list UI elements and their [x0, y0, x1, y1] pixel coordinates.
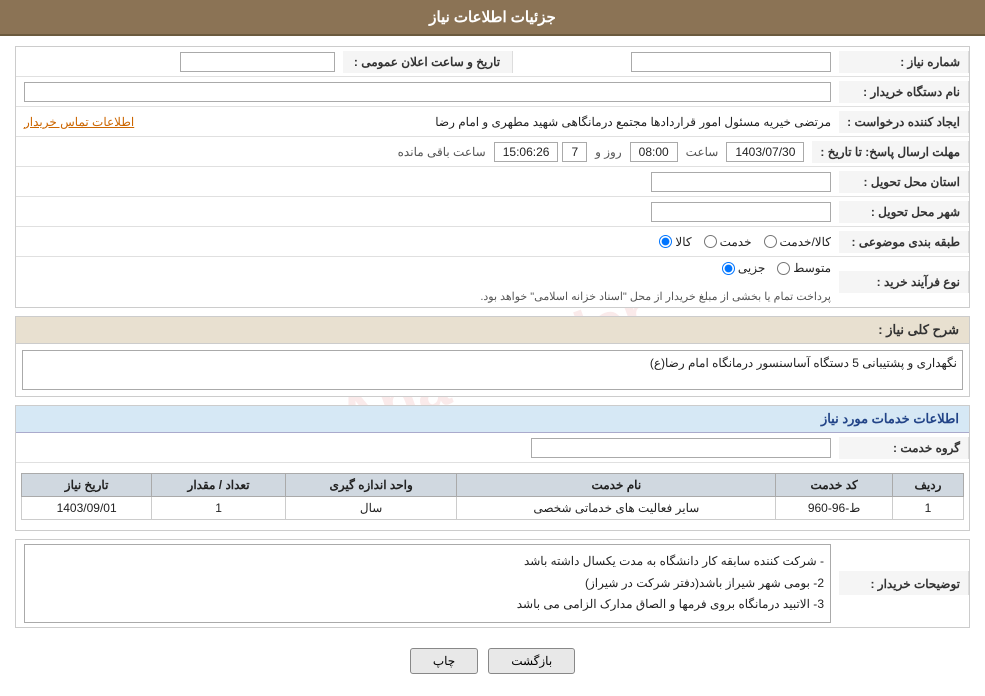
time-label: ساعت	[682, 145, 723, 159]
buyer-notes-label: توضیحات خریدار :	[839, 571, 969, 595]
deadline-days: 7	[562, 142, 587, 162]
buyer-notes-content: - شرکت کننده سابقه کار دانشگاه به مدت یک…	[16, 540, 839, 627]
category-khadamat-label: خدمت	[720, 235, 752, 249]
table-cell: 1403/09/01	[22, 497, 152, 520]
col-date: تاریخ نیاز	[22, 474, 152, 497]
creator-value: مرتضی خیریه مسئول امور قراردادها مجتمع د…	[16, 111, 839, 133]
col-name: نام خدمت	[457, 474, 776, 497]
deadline-time: 08:00	[630, 142, 678, 162]
print-button[interactable]: چاپ	[410, 648, 478, 674]
remaining-label: ساعت باقی مانده	[394, 145, 490, 159]
city-value: شیراز	[16, 198, 839, 226]
city-input[interactable]: شیراز	[651, 202, 831, 222]
services-section-title: اطلاعات خدمات مورد نیاز	[16, 406, 969, 433]
purchase-jozii-radio[interactable]	[722, 262, 735, 275]
note-line: 3- الاتبید درمانگاه بروی فرمها و الصاق م…	[31, 594, 824, 616]
table-cell: 1	[152, 497, 286, 520]
purchase-motavaset-radio[interactable]	[777, 262, 790, 275]
announce-date-value: 1403/07/22 - 16:22	[16, 48, 343, 76]
table-row: 1ط-96-960سایر فعالیت های خدماتی شخصیسال1…	[22, 497, 964, 520]
days-label: روز و	[591, 145, 626, 159]
page-header: جزئیات اطلاعات نیاز	[0, 0, 985, 36]
purchase-type-row: نوع فرآیند خرید : متوسط جزیی پرداخت	[16, 257, 969, 307]
deadline-values: 1403/07/30 ساعت 08:00 روز و 7 15:06:26 س…	[16, 138, 812, 166]
province-row: استان محل تحویل : فارس	[16, 167, 969, 197]
table-cell: سال	[285, 497, 456, 520]
deadline-remaining: 15:06:26	[494, 142, 559, 162]
footer-buttons: بازگشت چاپ	[15, 636, 970, 686]
service-group-input[interactable]: سایر فعالیتهای خدماتی	[531, 438, 831, 458]
category-kala-khadamat-radio[interactable]	[764, 235, 777, 248]
main-info-section: شماره نیاز : 1103030646000045 تاریخ و سا…	[15, 46, 970, 308]
category-kala-radio[interactable]	[659, 235, 672, 248]
page-title: جزئیات اطلاعات نیاز	[429, 9, 556, 26]
services-table: ردیف کد خدمت نام خدمت واحد اندازه گیری ت…	[21, 473, 964, 520]
service-group-row: گروه خدمت : سایر فعالیتهای خدماتی	[16, 433, 969, 463]
category-kala-khadamat-option: کالا/خدمت	[764, 235, 831, 249]
purchase-motavaset-option: متوسط	[777, 261, 831, 275]
purchase-jozii-option: جزیی	[722, 261, 765, 275]
col-code: کد خدمت	[776, 474, 893, 497]
province-value: فارس	[16, 168, 839, 196]
table-cell: ط-96-960	[776, 497, 893, 520]
city-row: شهر محل تحویل : شیراز	[16, 197, 969, 227]
back-button[interactable]: بازگشت	[488, 648, 575, 674]
col-unit: واحد اندازه گیری	[285, 474, 456, 497]
deadline-row: مهلت ارسال پاسخ: تا تاریخ : 1403/07/30 س…	[16, 137, 969, 167]
need-desc-box: نگهداری و پشتیبانی 5 دستگاه آساسنسور درم…	[22, 350, 963, 390]
service-group-value: سایر فعالیتهای خدماتی	[16, 434, 839, 462]
need-number-row: شماره نیاز : 1103030646000045 تاریخ و سا…	[16, 47, 969, 77]
category-kala-label: کالا	[675, 235, 691, 249]
category-khadamat-radio[interactable]	[704, 235, 717, 248]
purchase-motavaset-label: متوسط	[793, 261, 831, 275]
category-row: طبقه بندی موضوعی : کالا/خدمت خدمت	[16, 227, 969, 257]
need-number-input[interactable]: 1103030646000045	[631, 52, 831, 72]
category-options: کالا/خدمت خدمت کالا	[16, 231, 839, 253]
col-row-num: ردیف	[892, 474, 963, 497]
purchase-type-options: متوسط جزیی پرداخت تمام یا بخشی از مبلغ خ…	[16, 257, 839, 307]
table-cell: سایر فعالیت های خدماتی شخصی	[457, 497, 776, 520]
buyer-org-input[interactable]: مجتمع درمانگاهی شهید مطهری و امام رضا ع	[24, 82, 831, 102]
creator-text: مرتضی خیریه مسئول امور قراردادها مجتمع د…	[140, 115, 831, 129]
buyer-notes-box: - شرکت کننده سابقه کار دانشگاه به مدت یک…	[24, 544, 831, 623]
need-desc-content: نگهداری و پشتیبانی 5 دستگاه آساسنسور درم…	[16, 344, 969, 396]
need-desc-section-title: شرح کلی نیاز :	[16, 317, 969, 344]
reply-deadline-label: مهلت ارسال پاسخ: تا تاریخ :	[812, 141, 969, 163]
buyer-org-label: نام دستگاه خریدار :	[839, 81, 969, 103]
table-header-row: ردیف کد خدمت نام خدمت واحد اندازه گیری ت…	[22, 474, 964, 497]
services-table-container: ردیف کد خدمت نام خدمت واحد اندازه گیری ت…	[16, 468, 969, 525]
announce-date-input[interactable]: 1403/07/22 - 16:22	[180, 52, 335, 72]
category-label: طبقه بندی موضوعی :	[839, 231, 969, 253]
services-section: اطلاعات خدمات مورد نیاز گروه خدمت : سایر…	[15, 405, 970, 531]
buyer-notes-row: توضیحات خریدار : - شرکت کننده سابقه کار …	[16, 540, 969, 627]
category-kala-khadamat-label: کالا/خدمت	[780, 235, 831, 249]
deadline-date: 1403/07/30	[726, 142, 804, 162]
buyer-org-value: مجتمع درمانگاهی شهید مطهری و امام رضا ع	[16, 78, 839, 106]
creator-label: ایجاد کننده درخواست :	[839, 111, 969, 133]
city-label: شهر محل تحویل :	[839, 201, 969, 223]
table-cell: 1	[892, 497, 963, 520]
province-input[interactable]: فارس	[651, 172, 831, 192]
announce-date-label: تاریخ و ساعت اعلان عمومی :	[343, 51, 513, 73]
need-number-value: 1103030646000045	[513, 48, 840, 76]
buyer-org-row: نام دستگاه خریدار : مجتمع درمانگاهی شهید…	[16, 77, 969, 107]
need-desc-section: شرح کلی نیاز : نگهداری و پشتیبانی 5 دستگ…	[15, 316, 970, 397]
note-line: 2- بومی شهر شیراز باشد(دفتر شرکت در شیرا…	[31, 573, 824, 595]
province-label: استان محل تحویل :	[839, 171, 969, 193]
creator-row: ایجاد کننده درخواست : مرتضی خیریه مسئول …	[16, 107, 969, 137]
category-khadamat-option: خدمت	[704, 235, 752, 249]
category-kala-option: کالا	[659, 235, 691, 249]
note-line: - شرکت کننده سابقه کار دانشگاه به مدت یک…	[31, 551, 824, 573]
service-group-label: گروه خدمت :	[839, 437, 969, 459]
purchase-jozii-label: جزیی	[738, 261, 765, 275]
buyer-notes-section: توضیحات خریدار : - شرکت کننده سابقه کار …	[15, 539, 970, 628]
contact-link[interactable]: اطلاعات تماس خریدار	[24, 115, 134, 129]
purchase-description: پرداخت تمام یا بخشی از مبلغ خریدار از مح…	[24, 290, 831, 303]
purchase-type-label: نوع فرآیند خرید :	[839, 271, 969, 293]
col-quantity: تعداد / مقدار	[152, 474, 286, 497]
need-number-label: شماره نیاز :	[839, 51, 969, 73]
